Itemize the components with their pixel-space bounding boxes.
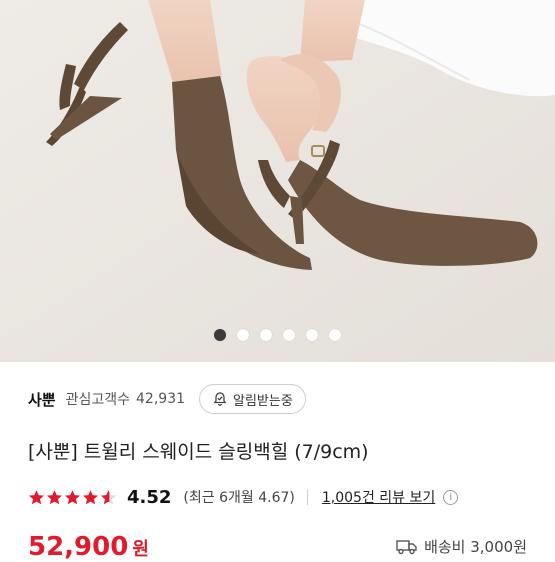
product-image[interactable]: [0, 0, 555, 362]
star-icon: [65, 489, 80, 504]
bell-check-icon: [213, 392, 227, 406]
pagination-dot[interactable]: [329, 329, 341, 341]
pagination-dot[interactable]: [283, 329, 295, 341]
rating-value: 4.52: [127, 486, 172, 508]
shipping-info: 배송비 3,000원: [396, 536, 527, 557]
pagination-dot[interactable]: [237, 329, 249, 341]
price-row: 52,900 원: [28, 532, 149, 562]
follow-count: 42,931: [136, 391, 186, 407]
truck-icon: [396, 539, 417, 554]
store-info-row: 사뿐 관심고객수 42,931 알림받는중: [28, 383, 306, 415]
recent-rating: (최근 6개월 4.67): [183, 490, 295, 506]
pagination-dot[interactable]: [260, 329, 272, 341]
product-title: [사뿐] 트윌리 스웨이드 슬링백힐 (7/9cm): [28, 441, 369, 463]
price-currency: 원: [132, 539, 149, 560]
star-icon: [83, 489, 98, 504]
divider: [306, 489, 308, 505]
alarm-button-label: 알림받는중: [233, 393, 293, 409]
info-icon[interactable]: i: [443, 489, 459, 505]
shipping-fee: 배송비 3,000원: [424, 538, 527, 556]
price-value: 52,900: [28, 532, 129, 562]
alarm-button[interactable]: 알림받는중: [199, 384, 306, 414]
star-half-icon: [101, 489, 116, 504]
star-icon: [29, 489, 44, 504]
pagination-dot-active[interactable]: [214, 329, 226, 341]
pagination-dot[interactable]: [306, 329, 318, 341]
star-icon: [47, 489, 62, 504]
review-link[interactable]: 1,005건 리뷰 보기: [322, 487, 435, 507]
follow-label: 관심고객수: [65, 392, 131, 408]
gallery-pagination[interactable]: [0, 329, 555, 341]
rating-row: 4.52 (최근 6개월 4.67) 1,005건 리뷰 보기 i: [28, 484, 459, 510]
store-name[interactable]: 사뿐: [28, 389, 56, 410]
rating-stars: [28, 489, 117, 506]
product-photo: [0, 0, 555, 362]
